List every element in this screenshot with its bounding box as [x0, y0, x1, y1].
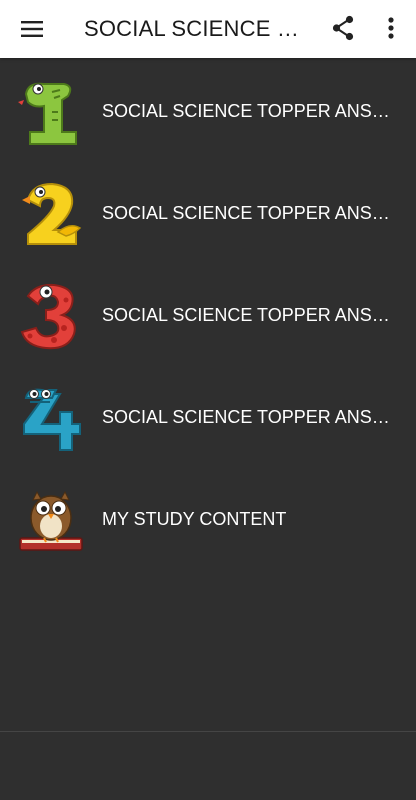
list-item-label: SOCIAL SCIENCE TOPPER ANSWER SHEET 3	[102, 305, 398, 325]
list-item-label: MY STUDY CONTENT	[102, 509, 287, 529]
number-four-monster-icon	[16, 384, 86, 452]
share-button[interactable]	[328, 13, 358, 43]
more-vert-icon	[388, 17, 394, 39]
list-item-label: SOCIAL SCIENCE TOPPER ANSWER SHEET 4	[102, 407, 398, 427]
owl-on-book-icon	[16, 486, 86, 554]
number-two-duck-icon	[16, 180, 86, 248]
hamburger-menu-icon	[21, 21, 43, 37]
number-three-monster-icon	[16, 282, 86, 350]
more-options-button[interactable]	[378, 13, 404, 43]
list-item-label: SOCIAL SCIENCE TOPPER ANSWER SHEET 2	[102, 203, 398, 223]
share-icon	[332, 15, 354, 41]
list-item-sheet-2[interactable]: SOCIAL SCIENCE TOPPER ANSWER SHEET 2	[0, 162, 416, 264]
list-item-sheet-4[interactable]: SOCIAL SCIENCE TOPPER ANSWER SHEET 4	[0, 366, 416, 468]
list-item-sheet-3[interactable]: SOCIAL SCIENCE TOPPER ANSWER SHEET 3	[0, 264, 416, 366]
list-item-label: SOCIAL SCIENCE TOPPER ANSWER SHEET 1	[102, 101, 398, 121]
bottom-divider	[0, 731, 416, 732]
number-one-snake-icon	[16, 78, 86, 146]
content-list: SOCIAL SCIENCE TOPPER ANSWER SHEET 1 SOC…	[0, 60, 416, 570]
menu-button[interactable]	[18, 15, 46, 43]
list-item-sheet-1[interactable]: SOCIAL SCIENCE TOPPER ANSWER SHEET 1	[0, 60, 416, 162]
list-item-my-study-content[interactable]: MY STUDY CONTENT	[0, 468, 416, 570]
app-bar: SOCIAL SCIENCE CLASS 10	[0, 0, 416, 58]
page-title: SOCIAL SCIENCE CLASS 10	[84, 16, 310, 41]
